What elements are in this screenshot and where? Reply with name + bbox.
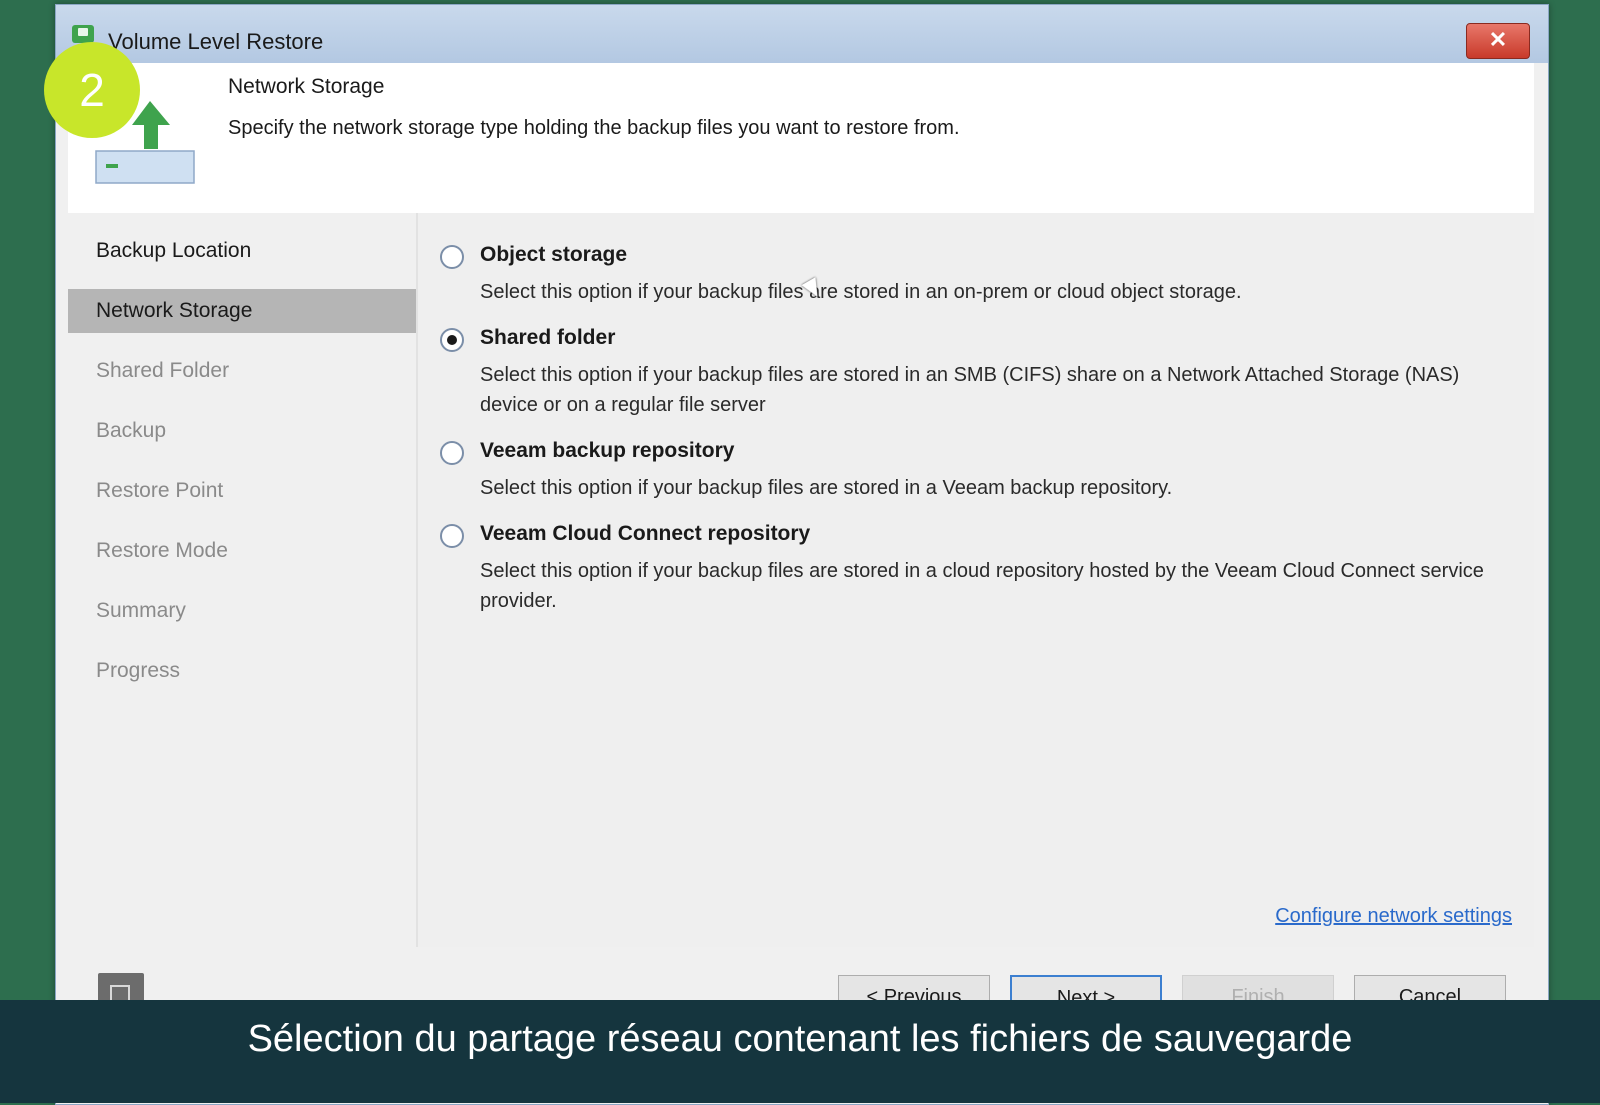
veeam-cloud-connect-radio[interactable] — [440, 524, 464, 548]
option-description: Select this option if your backup files … — [480, 281, 1242, 303]
nav-step-backup-location[interactable]: Backup Location — [68, 229, 416, 273]
shared-folder-radio[interactable] — [440, 328, 464, 352]
option-label[interactable]: Shared folder — [480, 326, 615, 350]
step-number-badge: 2 — [44, 42, 140, 138]
close-button[interactable]: ✕ — [1466, 23, 1530, 59]
window-title: Volume Level Restore — [108, 29, 324, 54]
nav-step-summary: Summary — [96, 599, 186, 622]
page-title: Network Storage — [228, 75, 385, 98]
wizard-header: Network Storage Specify the network stor… — [68, 63, 1534, 213]
nav-step-backup: Backup — [96, 419, 167, 442]
option-description: Select this option if your backup files … — [480, 560, 1484, 612]
configure-network-settings-link[interactable]: Configure network settings — [1275, 905, 1512, 928]
option-label[interactable]: Veeam Cloud Connect repository — [480, 522, 810, 546]
nav-step-network-storage[interactable]: Network Storage — [68, 289, 416, 333]
subtitle-bar: Sélection du partage réseau contenant le… — [0, 1000, 1600, 1103]
nav-step-shared-folder: Shared Folder — [96, 359, 230, 382]
restore-wizard-window: Volume Level Restore ✕ Network Storage S… — [55, 4, 1549, 1105]
option-label[interactable]: Object storage — [480, 243, 627, 267]
option-description: Select this option if your backup files … — [480, 477, 1173, 499]
title-bar: Volume Level Restore ✕ — [56, 5, 1548, 63]
nav-step-restore-point: Restore Point — [96, 479, 224, 502]
option-description: Select this option if your backup files … — [480, 364, 1460, 416]
subtitle-caption: Sélection du partage réseau contenant le… — [247, 1018, 1353, 1060]
option-label[interactable]: Veeam backup repository — [480, 439, 734, 463]
nav-step-progress: Progress — [96, 659, 181, 682]
options-panel: Object storage Select this option if you… — [418, 213, 1534, 947]
veeam-backup-repository-radio[interactable] — [440, 441, 464, 465]
wizard-steps-nav: Backup Location Network Storage Shared F… — [68, 213, 418, 947]
object-storage-radio[interactable] — [440, 245, 464, 269]
nav-step-restore-mode: Restore Mode — [96, 539, 228, 562]
page-description: Specify the network storage type holding… — [228, 117, 960, 139]
veeam-app-icon — [72, 25, 94, 43]
